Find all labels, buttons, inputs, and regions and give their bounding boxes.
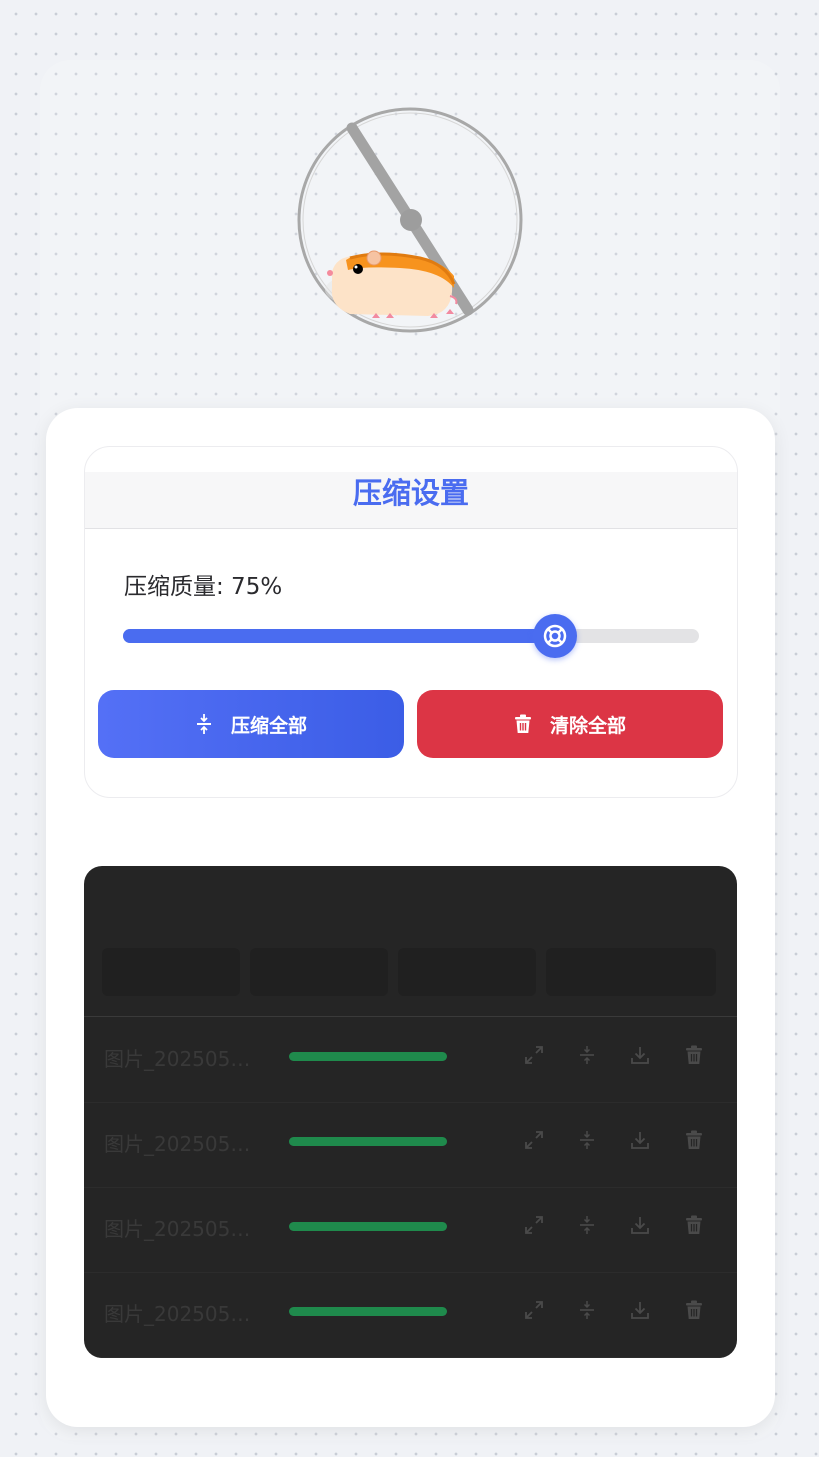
compression-progress-bar xyxy=(289,1222,447,1231)
trash-icon[interactable] xyxy=(680,1041,708,1069)
compress-icon[interactable] xyxy=(573,1041,601,1069)
trash-icon[interactable] xyxy=(680,1211,708,1239)
progress-fill xyxy=(289,1222,447,1231)
lifebuoy-icon xyxy=(543,624,567,648)
file-row: 图片_2025050... xyxy=(84,1102,737,1188)
quality-label: 压缩质量: 75% xyxy=(124,574,283,600)
file-list-panel: 图片_2025050... 图片_2025050... 图片_2025050... 图… xyxy=(84,866,737,1358)
progress-fill xyxy=(289,1137,447,1146)
settings-title: 压缩设置 xyxy=(85,472,737,529)
clear-all-button[interactable]: 清除全部 xyxy=(417,690,723,758)
compress-icon[interactable] xyxy=(573,1211,601,1239)
compress-icon[interactable] xyxy=(573,1126,601,1154)
download-icon[interactable] xyxy=(626,1126,654,1154)
file-name: 图片_2025050... xyxy=(104,1217,259,1241)
file-row: 图片_2025050... xyxy=(84,1187,737,1273)
clear-all-label: 清除全部 xyxy=(549,714,626,737)
compression-settings-panel: 压缩设置 压缩质量: 75% 压缩全部 清除全部 xyxy=(84,446,738,798)
quality-slider[interactable] xyxy=(123,614,699,658)
column-header xyxy=(250,948,388,996)
compress-icon xyxy=(196,714,211,734)
expand-icon[interactable] xyxy=(520,1126,548,1154)
progress-fill xyxy=(289,1307,447,1316)
download-icon[interactable] xyxy=(626,1211,654,1239)
column-header xyxy=(398,948,536,996)
hamster-wheel-illustration xyxy=(290,100,530,340)
file-row: 图片_2025050... xyxy=(84,1017,737,1103)
compression-progress-bar xyxy=(289,1052,447,1061)
compress-all-button[interactable]: 压缩全部 xyxy=(98,690,404,758)
quality-slider-thumb[interactable] xyxy=(533,614,577,658)
quality-slider-fill xyxy=(123,629,555,643)
file-name: 图片_2025050... xyxy=(104,1132,259,1156)
file-name: 图片_2025050... xyxy=(104,1302,259,1326)
expand-icon[interactable] xyxy=(520,1211,548,1239)
main-card: 压缩设置 压缩质量: 75% 压缩全部 清除全部 图片_2025050... 图… xyxy=(46,408,775,1427)
progress-fill xyxy=(289,1052,447,1061)
compress-all-label: 压缩全部 xyxy=(230,714,307,737)
compression-progress-bar xyxy=(289,1137,447,1146)
download-icon[interactable] xyxy=(626,1296,654,1324)
trash-icon[interactable] xyxy=(680,1296,708,1324)
expand-icon[interactable] xyxy=(520,1041,548,1069)
download-icon[interactable] xyxy=(626,1041,654,1069)
file-name: 图片_2025050... xyxy=(104,1047,259,1071)
column-header xyxy=(102,948,240,996)
compression-progress-bar xyxy=(289,1307,447,1316)
column-header xyxy=(546,948,716,996)
trash-icon xyxy=(514,714,531,733)
expand-icon[interactable] xyxy=(520,1296,548,1324)
file-row: 图片_2025050... xyxy=(84,1272,737,1358)
compress-icon[interactable] xyxy=(573,1296,601,1324)
trash-icon[interactable] xyxy=(680,1126,708,1154)
